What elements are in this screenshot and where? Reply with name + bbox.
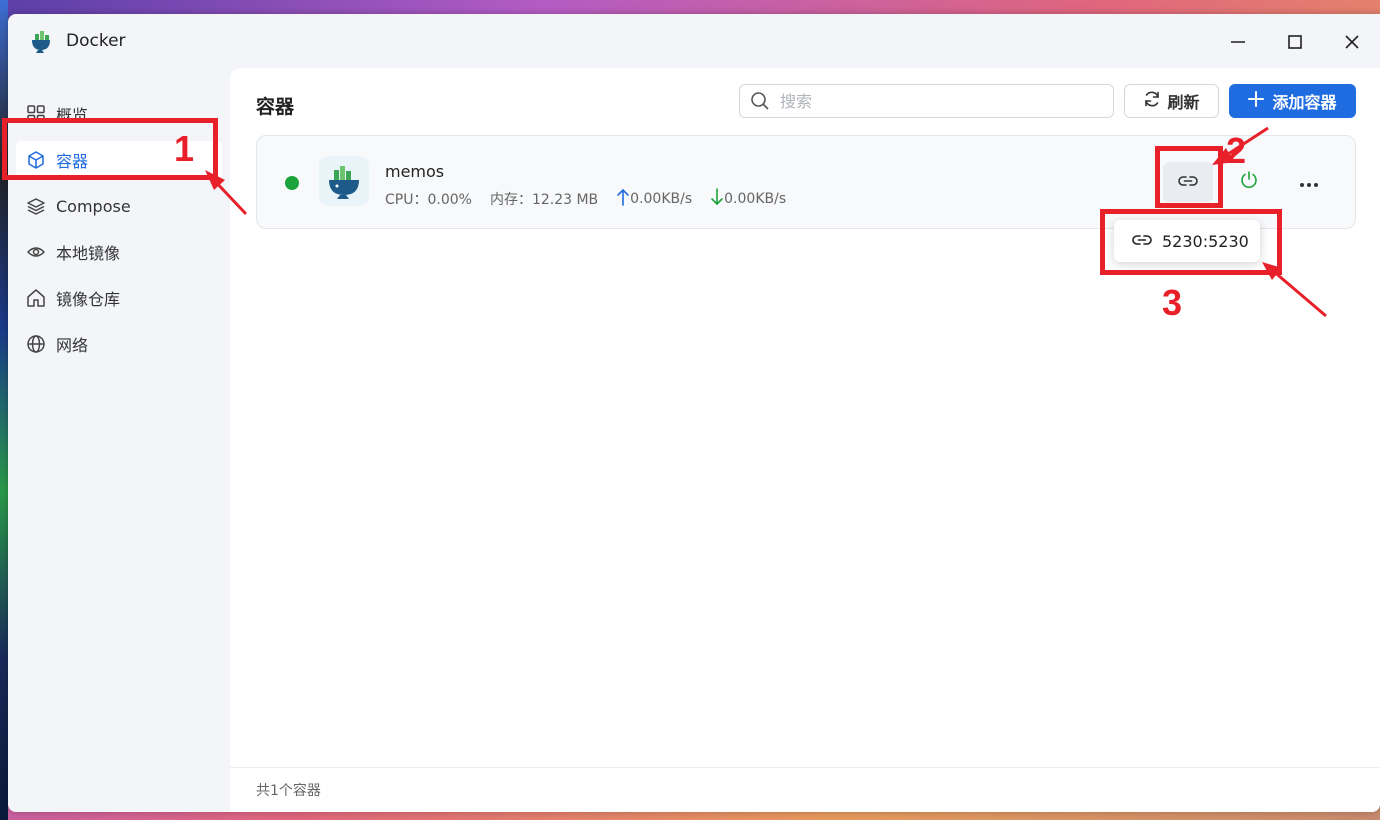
add-container-button[interactable]: 添加容器 [1229,84,1356,118]
sidebar-item-label: 本地镜像 [56,244,121,263]
sidebar-item-label: 网络 [56,336,89,355]
sidebar-item-local-images[interactable]: 本地镜像 [16,233,222,271]
arrow-down-icon [710,188,724,210]
plus-icon [1248,91,1265,111]
annotation-box-3 [1100,209,1282,275]
refresh-button[interactable]: 刷新 [1124,84,1219,118]
sidebar-item-label: 镜像仓库 [56,290,121,309]
more-options-button[interactable] [1293,166,1325,198]
sidebar-item-label: Compose [56,196,131,216]
eye-icon [26,242,46,262]
footer: 共1个容器 [230,767,1380,812]
refresh-icon [1143,90,1161,112]
layers-icon [26,196,46,216]
minimize-button[interactable] [1224,28,1252,56]
status-indicator [285,176,299,190]
cpu-stat: CPU：0.00% [385,192,472,208]
container-stats: CPU：0.00% 内存：12.23 MB 0.00KB/s 0.00KB/s [385,188,804,210]
annotation-number-2: 2 [1226,130,1247,171]
download-stat: 0.00KB/s [710,188,786,210]
annotation-number-3: 3 [1162,282,1183,323]
page-title: 容器 [256,96,295,118]
sidebar-item-compose[interactable]: Compose [16,187,222,225]
docker-logo-icon [28,28,54,54]
title-bar: Docker [8,14,1380,68]
annotation-number-1: 1 [174,128,195,169]
sidebar-item-network[interactable]: 网络 [16,325,222,363]
sidebar-item-registry[interactable]: 镜像仓库 [16,279,222,317]
more-icon [1299,173,1319,192]
annotation-box-2 [1155,146,1223,208]
container-name: memos [385,162,445,181]
container-count: 共1个容器 [256,783,321,799]
close-button[interactable] [1338,28,1366,56]
upload-value: 0.00KB/s [630,191,693,207]
memory-stat: 内存：12.23 MB [489,192,599,208]
arrow-up-icon [616,188,630,210]
window-title: Docker [66,31,126,51]
search-icon [750,91,770,111]
power-icon [1239,170,1259,194]
home-icon [26,288,46,308]
add-container-label: 添加容器 [1272,93,1337,112]
globe-icon [26,334,46,354]
upload-stat: 0.00KB/s [616,188,692,210]
search-box[interactable] [739,84,1114,118]
memos-logo-icon [319,156,369,206]
maximize-button[interactable] [1281,28,1309,56]
refresh-label: 刷新 [1167,93,1200,112]
search-input[interactable] [780,91,1100,111]
download-value: 0.00KB/s [724,191,787,207]
